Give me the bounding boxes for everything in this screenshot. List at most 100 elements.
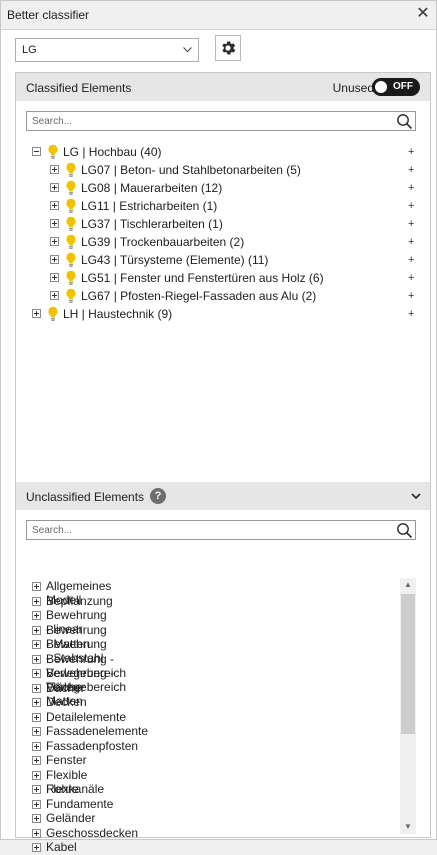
scrollbar[interactable]: ▲ ▼ [400,578,416,834]
add-icon[interactable]: + [408,233,414,251]
add-icon[interactable]: + [408,197,414,215]
search-placeholder: Search... [32,525,73,536]
unclassified-panel: Unclassified Elements ? Search... Allgem… [15,482,431,854]
tree-row-label: LG67 | Pfosten-Riegel-Fassaden aus Alu (… [81,289,317,303]
tree-row[interactable]: LG43 | Türsysteme (Elemente) (11) + [16,251,430,269]
expand-icon[interactable] [50,165,59,174]
expand-icon[interactable] [50,183,59,192]
add-icon[interactable]: + [408,287,414,305]
unused-toggle[interactable]: OFF [372,78,420,96]
expand-icon[interactable] [50,237,59,246]
unused-label: Unused [332,81,374,95]
lightbulb-icon[interactable] [47,144,59,160]
expand-icon[interactable] [32,640,41,649]
tree-row-label: LG07 | Beton- und Stahlbetonarbeiten (5) [81,163,301,177]
add-icon[interactable]: + [408,305,414,323]
expand-icon[interactable] [32,756,41,765]
gear-icon [222,41,236,55]
lightbulb-icon[interactable] [65,180,77,196]
lightbulb-icon[interactable] [65,288,77,304]
expand-icon[interactable] [32,828,41,838]
expand-icon[interactable] [50,219,59,228]
tree-row[interactable]: LG67 | Pfosten-Riegel-Fassaden aus Alu (… [16,287,430,305]
title-bar: Better classifier ✕ [1,1,436,29]
expand-icon[interactable] [32,712,41,722]
window: Better classifier ✕ LG Classified Elemen… [0,0,437,854]
help-icon[interactable]: ? [150,488,166,504]
collapse-icon[interactable] [32,147,41,156]
expand-icon[interactable] [32,814,41,823]
lightbulb-icon[interactable] [65,270,77,286]
chevron-down-icon [181,42,193,58]
expand-icon[interactable] [32,843,41,852]
close-icon[interactable]: ✕ [414,5,432,23]
expand-icon[interactable] [32,770,41,780]
lightbulb-icon[interactable] [65,216,77,232]
lightbulb-icon[interactable] [65,162,77,178]
list-item-label: Fundamente [46,796,114,811]
expand-icon[interactable] [32,799,41,809]
classification-dropdown[interactable]: LG [15,38,199,62]
unclassified-header[interactable]: Unclassified Elements ? [16,482,430,510]
list-item-label: Fassadenelemente [46,724,149,738]
scroll-down-icon[interactable]: ▼ [400,820,416,834]
tree-row[interactable]: LG07 | Beton- und Stahlbetonarbeiten (5)… [16,161,430,179]
lightbulb-icon[interactable] [65,234,77,250]
toggle-state: OFF [393,81,413,92]
classified-search-input[interactable]: Search... [26,111,416,131]
toggle-knob [375,81,387,93]
tree-row[interactable]: LG08 | Mauerarbeiten (12) + [16,179,430,197]
expand-icon[interactable] [50,201,59,210]
list-item-label: Dächer [46,680,85,695]
expand-icon[interactable] [32,669,41,678]
expand-icon[interactable] [32,582,41,591]
add-icon[interactable]: + [408,251,414,269]
list-item-label: Flexkanäle [46,782,105,796]
list-item-label: Geschossdecken [46,825,139,840]
tree-row[interactable]: LG51 | Fenster und Fenstertüren aus Holz… [16,269,430,287]
tree-row-label: LG | Hochbau (40) [63,145,162,159]
unclassified-search-input[interactable]: Search... [26,520,416,540]
expand-icon[interactable] [32,309,41,318]
tree-row-label: LH | Haustechnik (9) [63,307,173,321]
list-item-label: Geländer [46,811,96,825]
window-title: Better classifier [7,8,90,22]
search-icon[interactable] [396,113,413,130]
lightbulb-icon[interactable] [47,306,59,322]
tree-row[interactable]: LH | Haustechnik (9) + [16,305,430,323]
expand-icon[interactable] [32,727,41,736]
tree-row[interactable]: LG | Hochbau (40) + [16,143,430,161]
chevron-down-icon[interactable] [410,490,422,502]
expand-icon[interactable] [32,741,41,751]
classified-panel: Classified Elements Unused OFF Search...… [15,72,431,512]
scroll-up-icon[interactable]: ▲ [400,578,416,592]
expand-icon[interactable] [50,273,59,282]
tree-row-label: LG39 | Trockenbauarbeiten (2) [81,235,245,249]
expand-icon[interactable] [50,291,59,300]
add-icon[interactable]: + [408,143,414,161]
lightbulb-icon[interactable] [65,198,77,214]
content-area: LG Classified Elements Unused OFF Search… [1,29,436,854]
tree-row[interactable]: LG11 | Estricharbeiten (1) + [16,197,430,215]
expand-icon[interactable] [32,625,41,635]
tree-row[interactable]: LG39 | Trockenbauarbeiten (2) + [16,233,430,251]
expand-icon[interactable] [32,785,41,794]
expand-icon[interactable] [32,596,41,606]
tree-row-label: LG43 | Türsysteme (Elemente) (11) [81,253,269,267]
search-icon[interactable] [396,522,413,539]
add-icon[interactable]: + [408,179,414,197]
add-icon[interactable]: + [408,161,414,179]
list-item-label: Bepflanzung [46,593,113,608]
expand-icon[interactable] [32,654,41,664]
expand-icon[interactable] [32,698,41,707]
expand-icon[interactable] [32,683,41,693]
expand-icon[interactable] [32,611,41,620]
settings-button[interactable] [215,35,241,61]
tree-row[interactable]: LG37 | Tischlerarbeiten (1) + [16,215,430,233]
scroll-thumb[interactable] [401,594,415,734]
add-icon[interactable]: + [408,215,414,233]
lightbulb-icon[interactable] [65,252,77,268]
expand-icon[interactable] [50,255,59,264]
add-icon[interactable]: + [408,269,414,287]
unclassified-title: Unclassified Elements [26,490,145,504]
